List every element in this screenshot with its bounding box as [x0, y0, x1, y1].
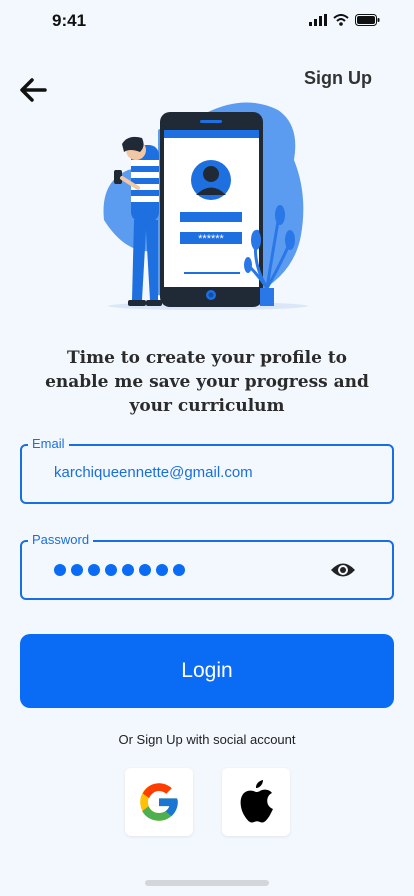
- back-arrow-icon[interactable]: [18, 76, 48, 104]
- email-label: Email: [28, 436, 69, 451]
- google-icon: [140, 783, 178, 821]
- password-mask-dot: [71, 564, 83, 576]
- status-icons: [309, 14, 380, 26]
- wifi-icon: [333, 14, 349, 26]
- apple-icon: [240, 780, 273, 823]
- password-dots[interactable]: [54, 564, 185, 576]
- password-mask-dot: [54, 564, 66, 576]
- password-field[interactable]: [20, 540, 394, 600]
- signal-icon: [309, 14, 327, 26]
- email-field[interactable]: karchiqueennette@gmail.com: [20, 444, 394, 504]
- password-label: Password: [28, 532, 94, 547]
- status-bar: 9:41: [0, 0, 414, 44]
- status-time: 9:41: [52, 11, 87, 30]
- social-caption: Or Sign Up with social account: [118, 732, 296, 747]
- password-mask-dot: [122, 564, 134, 576]
- apple-signup-button[interactable]: [222, 768, 290, 836]
- google-signup-button[interactable]: [125, 768, 193, 836]
- eye-icon[interactable]: [330, 560, 356, 580]
- password-mask-dot: [156, 564, 168, 576]
- password-mask-dot: [173, 564, 185, 576]
- battery-icon: [355, 14, 380, 26]
- profile-illustration: ******: [103, 102, 308, 310]
- password-mask-dot: [139, 564, 151, 576]
- password-mask-dot: [105, 564, 117, 576]
- sign-up-link[interactable]: Sign Up: [304, 68, 372, 89]
- email-value[interactable]: karchiqueennette@gmail.com: [54, 464, 253, 481]
- home-indicator: [145, 880, 269, 886]
- password-mask-dot: [88, 564, 100, 576]
- tagline: Time to create your profile to enable me…: [45, 348, 369, 416]
- login-button[interactable]: Login: [20, 634, 394, 708]
- illustration-password-mask: ******: [198, 233, 224, 245]
